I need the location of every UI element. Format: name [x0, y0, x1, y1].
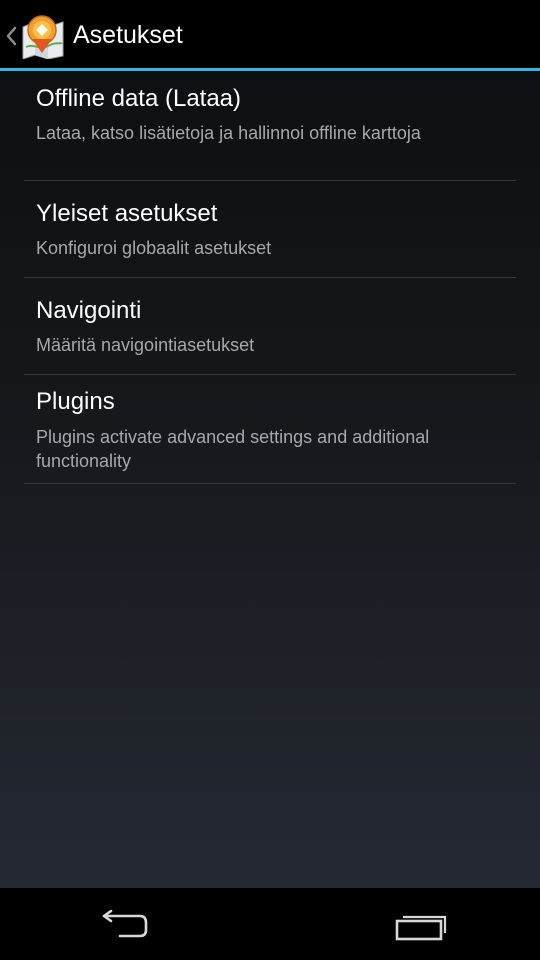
- pref-general-settings-summary: Konfiguroi globaalit asetukset: [36, 238, 272, 258]
- pref-navigation-summary: Määritä navigointiasetukset: [36, 335, 255, 355]
- pref-plugins-summary: Plugins activate advanced settings and a…: [36, 427, 430, 471]
- preference-list: Offline data (Lataa) Lataa, katso lisäti…: [0, 71, 540, 888]
- back-button[interactable]: [60, 888, 180, 960]
- recent-apps-button[interactable]: [360, 888, 480, 960]
- page-title: Asetukset: [73, 21, 183, 49]
- pref-navigation[interactable]: Navigointi Määritä navigointiasetukset: [0, 278, 540, 374]
- pref-navigation-title: Navigointi: [36, 297, 142, 324]
- pref-offline-data-summary: Lataa, katso lisätietoja ja hallinnoi of…: [36, 123, 421, 143]
- pref-general-settings-title: Yleiset asetukset: [36, 200, 218, 227]
- pref-plugins[interactable]: Plugins Plugins activate advanced settin…: [0, 375, 540, 483]
- chevron-left-icon: [4, 25, 18, 52]
- pref-plugins-title: Plugins: [36, 388, 115, 415]
- list-divider: [24, 483, 516, 484]
- pref-offline-data[interactable]: Offline data (Lataa) Lataa, katso lisäti…: [0, 71, 540, 180]
- action-bar: Asetukset: [0, 0, 540, 71]
- pref-offline-data-title: Offline data (Lataa): [36, 85, 242, 112]
- up-button[interactable]: [0, 0, 70, 70]
- map-pin-app-icon: [20, 13, 66, 60]
- system-nav-bar: [0, 888, 540, 960]
- pref-general-settings[interactable]: Yleiset asetukset Konfiguroi globaalit a…: [0, 181, 540, 277]
